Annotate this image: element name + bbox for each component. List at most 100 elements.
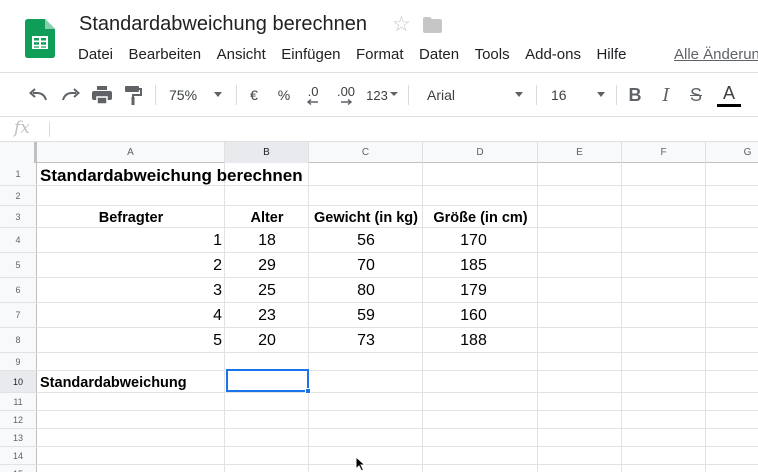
percent-button[interactable]: %	[275, 81, 293, 109]
currency-button[interactable]: €	[245, 81, 263, 109]
increase-decimals-label: .00	[336, 84, 356, 99]
cell-alter[interactable]: 23	[225, 307, 309, 325]
row-header[interactable]: 11	[0, 393, 37, 410]
cell-alter[interactable]: 18	[225, 232, 309, 250]
cell-befragter[interactable]: 4	[37, 307, 222, 325]
row-header[interactable]: 3	[0, 206, 37, 227]
column-header[interactable]: C	[309, 142, 423, 163]
menu-hilfe[interactable]: Hilfe	[596, 45, 626, 65]
increase-decimals-button[interactable]: .00	[333, 81, 359, 109]
italic-button[interactable]: I	[657, 81, 675, 109]
cell-gewicht[interactable]: 73	[309, 332, 423, 350]
document-title[interactable]: Standardabweichung berechnen	[79, 13, 367, 36]
cell-groesse[interactable]: 170	[423, 232, 524, 250]
sheet-row: 12	[0, 411, 758, 429]
row-header-selected[interactable]: 10	[0, 371, 37, 392]
star-icon[interactable]: ☆	[392, 13, 411, 37]
column-header[interactable]: G	[706, 142, 758, 163]
cell-befragter[interactable]: 1	[37, 232, 222, 250]
row-header[interactable]: 7	[0, 303, 37, 327]
sheet-row: 15	[0, 465, 758, 472]
strikethrough-button[interactable]: S	[687, 81, 705, 109]
last-edit-link[interactable]: Alle Änderun	[674, 45, 758, 65]
cell-alter[interactable]: 20	[225, 332, 309, 350]
folder-icon[interactable]	[423, 17, 442, 33]
arrow-left-icon	[307, 99, 318, 105]
row-header[interactable]: 15	[0, 465, 37, 472]
menu-bearbeiten[interactable]: Bearbeiten	[129, 45, 202, 65]
column-header-bar: A B C D E F G	[0, 142, 758, 163]
redo-icon[interactable]	[58, 81, 82, 109]
chevron-down-icon[interactable]	[214, 92, 222, 97]
currency-label: €	[250, 87, 258, 103]
sheet-row: 11	[0, 393, 758, 411]
row-header[interactable]: 6	[0, 278, 37, 302]
row-header[interactable]: 9	[0, 353, 37, 370]
menu-format[interactable]: Format	[356, 45, 404, 65]
cell-gewicht[interactable]: 56	[309, 232, 423, 250]
menu-einfuegen[interactable]: Einfügen	[281, 45, 340, 65]
menu-datei[interactable]: Datei	[78, 45, 113, 65]
menu-daten[interactable]: Daten	[419, 45, 459, 65]
toolbar-separator	[155, 85, 156, 105]
print-icon[interactable]	[90, 81, 114, 109]
row-header[interactable]: 2	[0, 186, 37, 205]
column-header-selected[interactable]: B	[225, 142, 309, 163]
menu-ansicht[interactable]: Ansicht	[217, 45, 266, 65]
strikethrough-label: S	[689, 84, 702, 105]
cell-befragter[interactable]: 5	[37, 332, 222, 350]
more-formats-label: 123	[366, 87, 388, 103]
select-all-corner[interactable]	[0, 142, 37, 163]
font-select[interactable]: Arial	[420, 81, 530, 109]
cell-befragter[interactable]: 2	[37, 257, 222, 275]
percent-label: %	[277, 87, 291, 103]
menu-tools[interactable]: Tools	[475, 45, 510, 65]
column-header[interactable]: A	[37, 142, 225, 163]
row-header[interactable]: 14	[0, 447, 37, 464]
decrease-decimals-label: .0	[307, 84, 319, 99]
selected-cell-b10[interactable]	[226, 369, 309, 392]
cell-a1-title[interactable]: Standardabweichung berechnen	[40, 167, 303, 185]
decrease-decimals-button[interactable]: .0	[302, 81, 324, 109]
bold-button[interactable]: B	[626, 81, 644, 109]
cell-header-groesse[interactable]: Größe (in cm)	[423, 209, 538, 227]
undo-icon[interactable]	[27, 81, 51, 109]
column-header[interactable]: F	[622, 142, 706, 163]
row-header[interactable]: 8	[0, 328, 37, 352]
cell-gewicht[interactable]: 59	[309, 307, 423, 325]
cell-befragter[interactable]: 3	[37, 282, 222, 300]
paint-format-icon[interactable]	[121, 81, 145, 109]
formula-separator	[49, 122, 50, 137]
row-header[interactable]: 1	[0, 163, 37, 185]
row-header[interactable]: 4	[0, 228, 37, 252]
cell-groesse[interactable]: 179	[423, 282, 524, 300]
menu-add-ons[interactable]: Add-ons	[525, 45, 581, 65]
row-header[interactable]: 13	[0, 429, 37, 446]
cell-header-alter[interactable]: Alter	[225, 209, 309, 227]
cell-gewicht[interactable]: 70	[309, 257, 423, 275]
formula-input[interactable]	[56, 120, 746, 138]
cell-header-befragter[interactable]: Befragter	[37, 209, 225, 227]
cell-a10-label[interactable]: Standardabweichung	[40, 374, 187, 392]
more-formats-button[interactable]: 123	[364, 81, 390, 109]
chevron-down-icon[interactable]	[515, 92, 523, 97]
fill-handle[interactable]	[305, 388, 311, 394]
row-header[interactable]: 12	[0, 411, 37, 428]
column-header[interactable]: D	[423, 142, 538, 163]
italic-label: I	[662, 84, 670, 106]
cell-alter[interactable]: 29	[225, 257, 309, 275]
cell-groesse[interactable]: 188	[423, 332, 524, 350]
font-size-select[interactable]: 16	[545, 81, 605, 109]
cell-alter[interactable]: 25	[225, 282, 309, 300]
row-header[interactable]: 5	[0, 253, 37, 277]
chevron-down-icon[interactable]	[597, 92, 605, 97]
cell-groesse[interactable]: 160	[423, 307, 524, 325]
google-sheets-logo[interactable]	[25, 19, 55, 58]
cell-groesse[interactable]: 185	[423, 257, 524, 275]
column-header[interactable]: E	[538, 142, 622, 163]
cell-gewicht[interactable]: 80	[309, 282, 423, 300]
cell-header-gewicht[interactable]: Gewicht (in kg)	[309, 209, 423, 227]
text-color-button[interactable]: A	[716, 81, 742, 109]
sheet-row: 13	[0, 429, 758, 447]
chevron-down-icon[interactable]	[390, 92, 398, 96]
